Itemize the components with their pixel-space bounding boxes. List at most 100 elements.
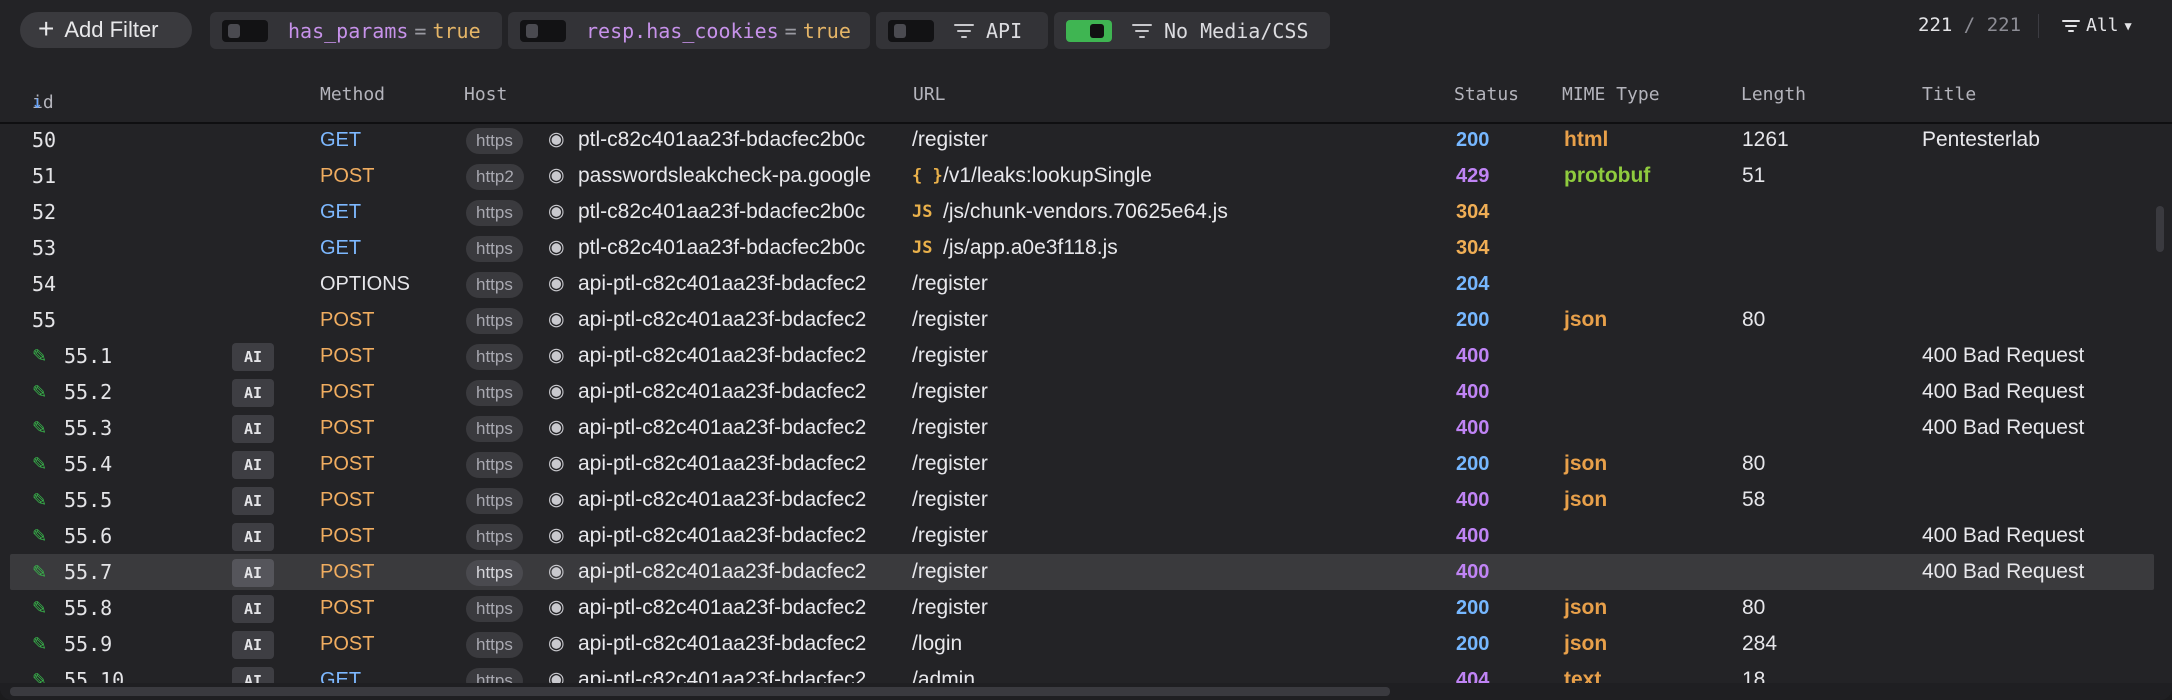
col-title[interactable]: Title (1922, 84, 1976, 105)
table-row[interactable]: 52 GET https ◉ ptl-c82c401aa23f-bdacfec2b0c J… (10, 194, 2154, 230)
cell-method: POST (320, 525, 375, 547)
ai-badge[interactable]: AI (232, 523, 274, 551)
protocol-badge: https (466, 524, 523, 550)
table-row[interactable]: ✎ 55.5 AI POST https ◉ api-ptl-c82c401aa23f-bd… (10, 482, 2154, 518)
protocol-badge: https (466, 488, 523, 514)
cell-mime: html (1564, 128, 1609, 151)
ai-badge[interactable]: AI (232, 595, 274, 623)
table-row[interactable]: ✎ 55.6 AI POST https ◉ api-ptl-c82c401aa23f-bd… (10, 518, 2154, 554)
filter-toggle[interactable] (222, 19, 268, 42)
ai-badge[interactable]: AI (232, 487, 274, 515)
filter-operator: = (414, 18, 427, 43)
globe-icon: ◉ (548, 525, 565, 546)
globe-icon: ◉ (548, 129, 565, 150)
add-filter-button[interactable]: + Add Filter (20, 12, 192, 48)
table-row[interactable]: 53 GET https ◉ ptl-c82c401aa23f-bdacfec2b0c J… (10, 230, 2154, 266)
table-row[interactable]: 51 POST http2 ◉ passwordsleakcheck-pa.google… (10, 158, 2154, 194)
ai-badge[interactable]: AI (232, 343, 274, 371)
pencil-icon: ✎ (32, 562, 48, 582)
cell-id: 55.2 (64, 380, 113, 404)
col-url[interactable]: URL (913, 84, 946, 105)
ai-badge[interactable]: AI (232, 379, 274, 407)
filter-toggle[interactable] (888, 19, 934, 42)
cell-status: 400 (1456, 525, 1490, 547)
ai-badge[interactable]: AI (232, 631, 274, 659)
cell-url: /register (912, 128, 988, 151)
cell-url: /register (912, 344, 988, 367)
cell-length: 80 (1742, 308, 1766, 331)
cell-method: OPTIONS (320, 273, 411, 295)
pencil-icon: ✎ (32, 346, 48, 366)
filter-toggle[interactable] (1066, 19, 1112, 42)
filter-icon (1132, 23, 1152, 38)
cell-id: 54 (32, 272, 57, 296)
filter-chip-has-params[interactable]: has_params = true (210, 12, 502, 49)
filter-toggle[interactable] (520, 19, 566, 42)
cell-host: api-ptl-c82c401aa23f-bdacfec2 (578, 416, 867, 439)
horizontal-scrollbar[interactable] (10, 687, 1390, 696)
table-row[interactable]: ✎ 55.1 AI POST https ◉ api-ptl-c82c401aa23f-bd… (10, 338, 2154, 374)
scope-dropdown[interactable]: All ▼ (2062, 15, 2132, 36)
filter-icon (2062, 19, 2080, 32)
ai-badge[interactable]: AI (232, 451, 274, 479)
cell-url: /register (912, 488, 988, 511)
cell-method: POST (320, 561, 375, 583)
filter-chip-api[interactable]: API (876, 12, 1048, 49)
globe-icon: ◉ (548, 489, 565, 510)
table-row[interactable]: ✎ 55.4 AI POST https ◉ api-ptl-c82c401aa23f-bd… (10, 446, 2154, 482)
pencil-icon: ✎ (32, 454, 48, 474)
cell-method: POST (320, 309, 375, 331)
count-separator: / (1963, 14, 1976, 36)
filter-chip-no-media[interactable]: No Media/CSS (1054, 12, 1330, 49)
table-row[interactable]: ✎ 55.8 AI POST https ◉ api-ptl-c82c401aa23f-bd… (10, 590, 2154, 626)
col-status[interactable]: Status (1454, 84, 1519, 105)
cell-id: 50 (32, 128, 57, 152)
json-braces-icon: { } (912, 166, 943, 186)
cell-id: 51 (32, 164, 57, 188)
cell-status: 400 (1456, 345, 1490, 367)
cell-status: 304 (1456, 237, 1490, 259)
table-row[interactable]: ✎ 55.2 AI POST https ◉ api-ptl-c82c401aa23f-bd… (10, 374, 2154, 410)
col-length[interactable]: Length (1741, 84, 1806, 105)
table-row[interactable]: 54 OPTIONS https ◉ api-ptl-c82c401aa23f-bdac… (10, 266, 2154, 302)
cell-status: 200 (1456, 633, 1490, 655)
filter-chip-has-cookies[interactable]: resp.has_cookies = true (508, 12, 870, 49)
ai-badge[interactable]: AI (232, 415, 274, 443)
table-row[interactable]: ✎ 55.9 AI POST https ◉ api-ptl-c82c401aa23f-bd… (10, 626, 2154, 662)
cell-host: api-ptl-c82c401aa23f-bdacfec2 (578, 452, 867, 475)
cell-status: 200 (1456, 597, 1490, 619)
cell-status: 400 (1456, 381, 1490, 403)
vertical-scrollbar[interactable] (2156, 206, 2164, 252)
filter-value: true (432, 18, 481, 43)
cell-url: /register (912, 308, 988, 331)
col-method[interactable]: Method (320, 84, 385, 105)
cell-method: POST (320, 381, 375, 403)
cell-url: /register (912, 452, 988, 475)
protocol-badge: https (466, 344, 523, 370)
col-mime[interactable]: MIME Type (1562, 84, 1660, 105)
cell-method: POST (320, 453, 375, 475)
table-row[interactable]: 55 POST https ◉ api-ptl-c82c401aa23f-bdacfec… (10, 302, 2154, 338)
ai-badge[interactable]: AI (232, 559, 274, 587)
protocol-badge: https (466, 560, 523, 586)
protocol-badge: https (466, 272, 523, 298)
cell-url: /login (912, 632, 963, 655)
globe-icon: ◉ (548, 633, 565, 654)
globe-icon: ◉ (548, 165, 565, 186)
cell-mime: json (1564, 632, 1608, 655)
table-row[interactable]: ✎ 55.3 AI POST https ◉ api-ptl-c82c401aa23f-bd… (10, 410, 2154, 446)
cell-url: /js/app.a0e3f118.js (943, 236, 1118, 259)
cell-id: 55.8 (64, 596, 113, 620)
col-host[interactable]: Host (464, 84, 507, 105)
table-row[interactable]: 50 GET https ◉ ptl-c82c401aa23f-bdacfec2b0c /… (10, 122, 2154, 158)
filter-value: true (802, 18, 851, 43)
sort-down-icon[interactable]: ↓ (32, 92, 43, 113)
cell-host: api-ptl-c82c401aa23f-bdacfec2 (578, 344, 867, 367)
cell-status: 200 (1456, 309, 1490, 331)
cell-status: 400 (1456, 417, 1490, 439)
cell-id: 55 (32, 308, 57, 332)
table-row[interactable]: ✎ 55.7 AI POST https ◉ api-ptl-c82c401aa23f-bd… (10, 554, 2154, 590)
globe-icon: ◉ (548, 561, 565, 582)
cell-mime: json (1564, 452, 1608, 475)
cell-url: /register (912, 524, 988, 547)
